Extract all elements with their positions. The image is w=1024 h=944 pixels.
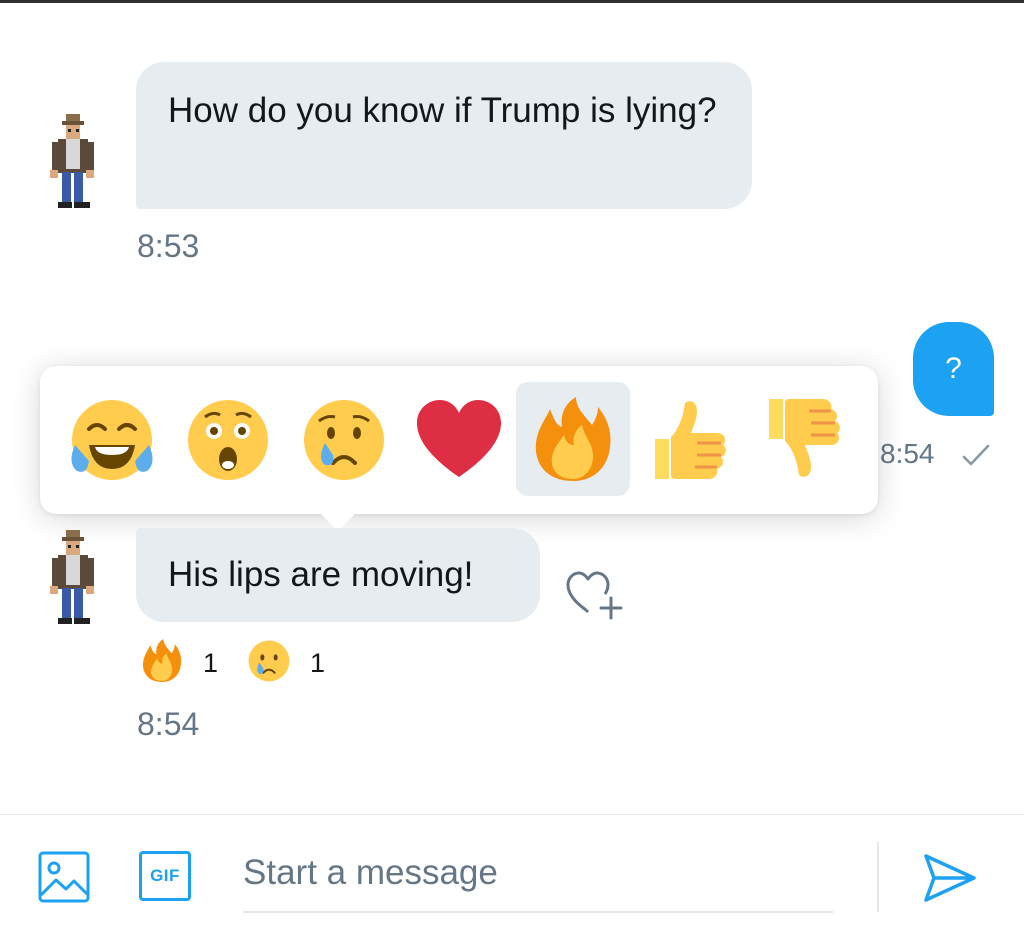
- red-heart-emoji-icon[interactable]: [414, 395, 504, 485]
- thumbs-down-emoji-icon[interactable]: [759, 393, 849, 483]
- sent-check-icon: [962, 444, 990, 466]
- pixel-man-avatar-icon: [50, 530, 94, 624]
- composer-divider: [0, 814, 1024, 815]
- top-border: [0, 0, 1024, 3]
- gif-button[interactable]: GIF: [139, 851, 191, 901]
- composer-separator: [877, 842, 879, 912]
- message-timestamp: 8:54: [880, 438, 935, 469]
- crying-face-emoji-icon[interactable]: [299, 395, 389, 485]
- avatar[interactable]: [46, 528, 96, 628]
- send-icon[interactable]: [922, 850, 978, 906]
- message-input-underline: [243, 911, 833, 913]
- incoming-message-bubble[interactable]: His lips are moving!: [136, 528, 540, 622]
- pixel-man-avatar-icon: [50, 114, 94, 208]
- tears-of-joy-emoji-icon[interactable]: [67, 395, 157, 485]
- image-upload-icon[interactable]: [38, 851, 90, 903]
- message-timestamp: 8:53: [137, 228, 200, 264]
- message-text: His lips are moving!: [168, 555, 474, 594]
- message-text: How do you know if Trump is lying?: [168, 91, 717, 130]
- crying-face-emoji-icon[interactable]: [246, 638, 292, 684]
- fire-emoji-icon[interactable]: [139, 638, 185, 684]
- incoming-message-bubble[interactable]: How do you know if Trump is lying?: [136, 62, 752, 209]
- message-text: ?: [945, 352, 962, 385]
- add-reaction-heart-icon[interactable]: [562, 566, 624, 620]
- message-input[interactable]: [243, 845, 833, 901]
- astonished-face-emoji-icon[interactable]: [183, 395, 273, 485]
- thumbs-up-emoji-icon[interactable]: [645, 395, 735, 485]
- outgoing-message-bubble[interactable]: ?: [913, 322, 994, 416]
- message-timestamp: 8:54: [137, 706, 200, 742]
- gif-label: GIF: [150, 866, 180, 885]
- reaction-count: 1: [310, 648, 326, 678]
- avatar[interactable]: [46, 112, 96, 212]
- reaction-count: 1: [203, 648, 219, 678]
- fire-emoji-icon[interactable]: [528, 395, 618, 485]
